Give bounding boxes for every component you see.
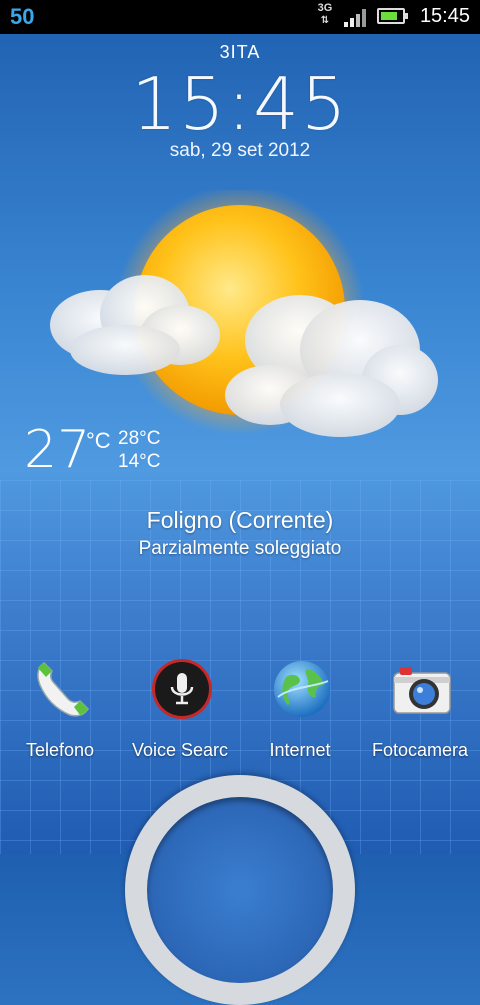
weather-location[interactable]: Foligno (Corrente) — [0, 507, 480, 534]
microphone-icon — [152, 659, 212, 719]
dock-label-internet: Internet — [269, 740, 331, 760]
weather-condition: Parzialmente soleggiato — [138, 538, 342, 559]
lockscreen-clock: 15:45 — [131, 62, 349, 146]
dock-item-telefono[interactable]: Telefono — [0, 655, 120, 775]
battery-icon — [377, 8, 408, 24]
dock-item-voice-search[interactable]: Voice Searc — [120, 655, 240, 775]
temperature-low: 14°C — [118, 451, 161, 472]
signal-icon — [344, 9, 370, 27]
phone-icon — [37, 662, 89, 717]
unlock-ring[interactable] — [125, 775, 355, 1005]
network-type-icon: 3G ⇅ — [317, 2, 333, 26]
temperature-unit: °C — [86, 428, 111, 453]
status-bar: 50 3G ⇅ 15:45 — [0, 0, 480, 34]
notification-count: 50 — [10, 4, 35, 29]
lockscreen-dock: Telefono Voice Searc Internet Fotocamera — [0, 655, 480, 775]
dock-label-voice-search: Voice Searc — [131, 740, 229, 760]
dock-label-telefono: Telefono — [25, 740, 95, 760]
network-type-label: 3G — [317, 2, 333, 14]
dock-label-fotocamera: Fotocamera — [371, 740, 469, 760]
temperature-high: 28°C — [118, 428, 161, 449]
status-time: 15:45 — [419, 5, 470, 27]
dock-item-internet[interactable]: Internet — [240, 655, 360, 775]
globe-icon — [274, 661, 330, 717]
lockscreen-date: sab, 29 set 2012 — [169, 140, 311, 161]
current-temperature: 27 — [24, 420, 91, 480]
carrier-name: 3ITA — [219, 42, 261, 62]
dock-item-fotocamera[interactable]: Fotocamera — [360, 655, 480, 775]
camera-icon — [393, 667, 451, 714]
